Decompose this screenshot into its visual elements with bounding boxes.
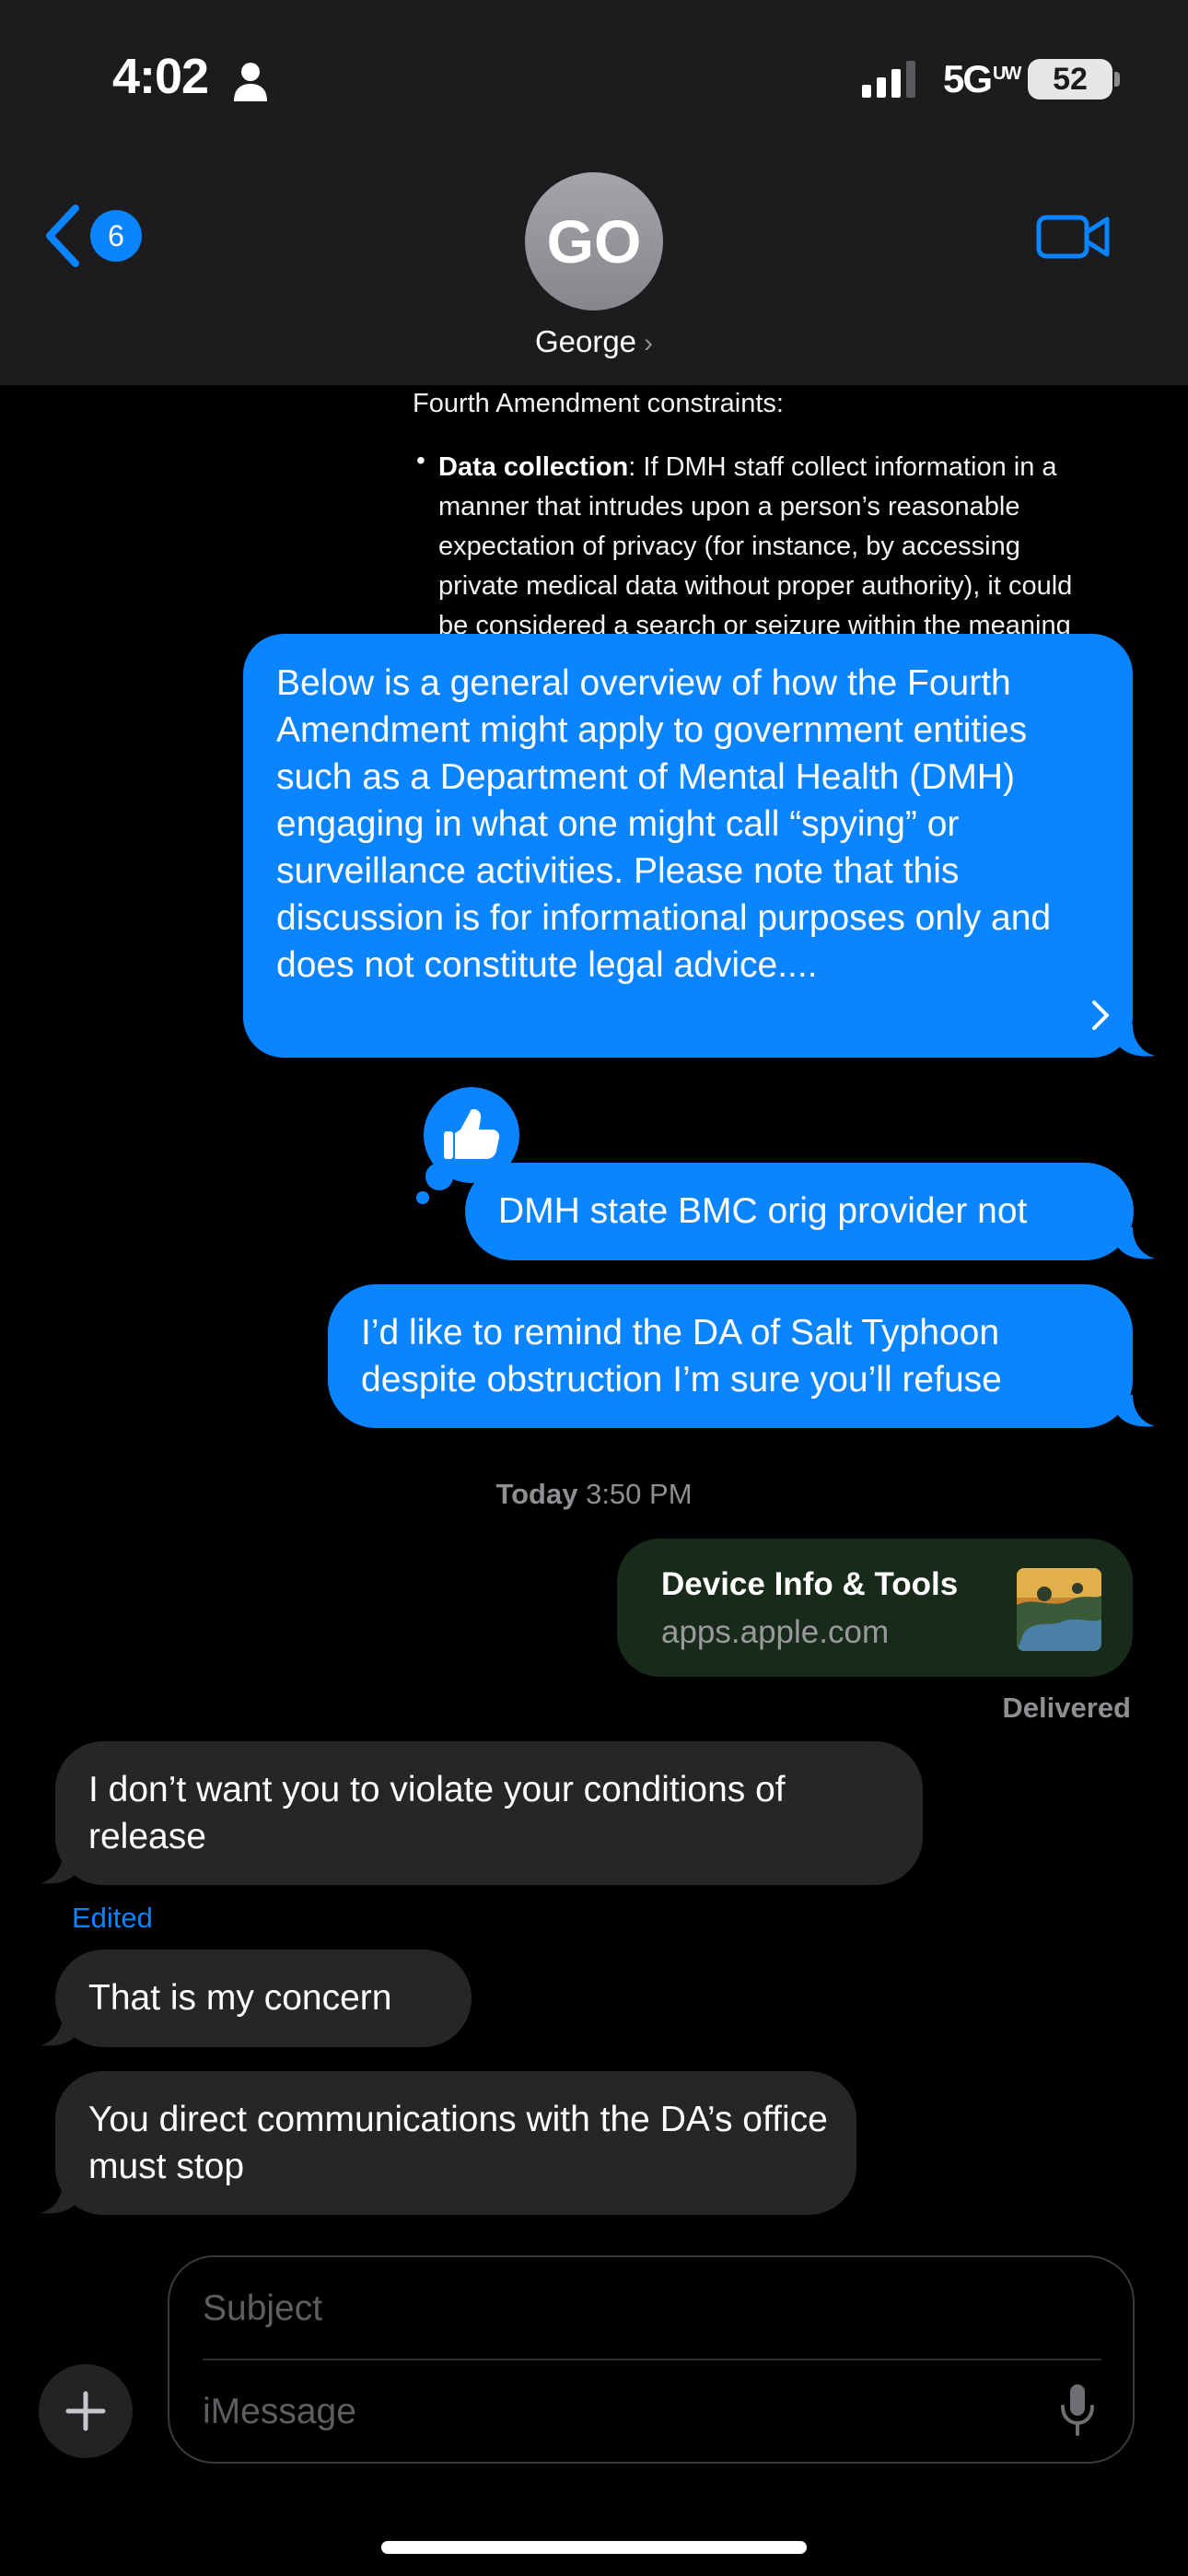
message-text: Below is a general overview of how the F… bbox=[276, 663, 1052, 985]
network-label: 5G UW bbox=[943, 57, 1021, 101]
link-title: Device Info & Tools bbox=[661, 1566, 959, 1602]
bullet: • bbox=[416, 446, 425, 474]
outgoing-message-bubble[interactable]: DMH state BMC orig provider not bbox=[465, 1163, 1134, 1260]
contact-name-label: George bbox=[534, 324, 637, 358]
incoming-message-bubble[interactable]: That is my concern bbox=[55, 1950, 472, 2047]
chevron-right-icon: › bbox=[644, 328, 654, 358]
microphone-icon[interactable] bbox=[1059, 2383, 1096, 2438]
timestamp-time: 3:50 PM bbox=[586, 1478, 693, 1510]
tapback-tail bbox=[416, 1191, 429, 1204]
message-text: That is my concern bbox=[88, 1978, 392, 2018]
incoming-message-bubble[interactable]: I don’t want you to violate your conditi… bbox=[55, 1741, 923, 1885]
contact-name[interactable]: George › bbox=[0, 324, 1188, 359]
bubble-tail bbox=[1118, 1227, 1155, 1259]
bubble-tail bbox=[1118, 1395, 1155, 1427]
composer-divider bbox=[203, 2359, 1101, 2360]
chevron-right-icon[interactable] bbox=[1090, 999, 1111, 1032]
link-url: apps.apple.com bbox=[661, 1614, 890, 1650]
outgoing-message-bubble[interactable]: I’d like to remind the DA of Salt Typhoo… bbox=[328, 1284, 1133, 1428]
app-thumbnail bbox=[1017, 1568, 1101, 1651]
network-type: 5G bbox=[943, 57, 993, 100]
video-camera-icon[interactable] bbox=[1035, 208, 1111, 265]
thumbs-up-icon bbox=[444, 1109, 500, 1159]
message-composer bbox=[168, 2255, 1135, 2464]
unread-count-badge: 6 bbox=[90, 210, 142, 262]
quoted-snippet-body: Data collection: If DMH staff collect in… bbox=[438, 448, 1094, 634]
message-timestamp: Today 3:50 PM bbox=[0, 1478, 1188, 1511]
bubble-tail bbox=[41, 2014, 77, 2046]
network-sup: UW bbox=[993, 64, 1021, 84]
chevron-left-icon bbox=[46, 205, 79, 267]
bubble-tail bbox=[41, 1852, 77, 1884]
tapback-reaction[interactable] bbox=[424, 1087, 519, 1183]
snippet-bold-lead: Data collection bbox=[438, 452, 629, 482]
message-text: I’d like to remind the DA of Salt Typhoo… bbox=[361, 1313, 1002, 1399]
delivered-status: Delivered bbox=[1002, 1692, 1131, 1724]
quoted-snippet: • Data collection: If DMH staff collect … bbox=[413, 442, 1094, 634]
conversation-header: 4:02 5G UW 52 6 GO George › bbox=[0, 0, 1188, 385]
incoming-message-bubble[interactable]: You direct communications with the DA’s … bbox=[55, 2071, 856, 2215]
message-text: I don’t want you to violate your conditi… bbox=[88, 1770, 786, 1856]
signal-icon bbox=[862, 61, 915, 98]
message-input[interactable] bbox=[203, 2384, 1031, 2440]
plus-icon bbox=[65, 2391, 106, 2431]
status-time: 4:02 bbox=[112, 49, 209, 104]
quoted-snippet-heading: Fourth Amendment constraints: bbox=[413, 389, 784, 418]
edited-label[interactable]: Edited bbox=[72, 1902, 153, 1935]
person-icon bbox=[234, 63, 267, 101]
outgoing-message-bubble[interactable]: Below is a general overview of how the F… bbox=[243, 634, 1133, 1058]
back-button[interactable]: 6 bbox=[41, 199, 142, 273]
home-indicator[interactable] bbox=[381, 2541, 807, 2554]
message-text: DMH state BMC orig provider not bbox=[498, 1191, 1028, 1231]
battery-icon: 52 bbox=[1028, 59, 1112, 100]
apps-plus-button[interactable] bbox=[39, 2364, 133, 2458]
timestamp-day: Today bbox=[495, 1478, 578, 1510]
link-preview-card[interactable]: Device Info & Tools apps.apple.com bbox=[617, 1539, 1133, 1677]
bubble-tail bbox=[41, 2182, 77, 2214]
message-text: You direct communications with the DA’s … bbox=[88, 2100, 828, 2186]
bubble-tail bbox=[1118, 1025, 1155, 1057]
battery-cap bbox=[1114, 72, 1120, 87]
contact-avatar[interactable]: GO bbox=[525, 172, 663, 310]
subject-input[interactable] bbox=[203, 2281, 1087, 2336]
